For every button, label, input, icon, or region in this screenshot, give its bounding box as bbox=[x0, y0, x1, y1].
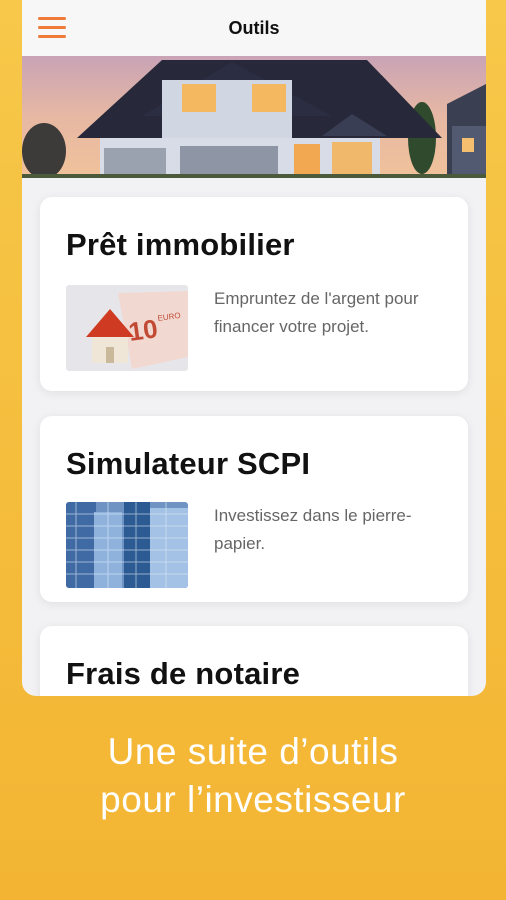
house-hero-image bbox=[22, 56, 486, 178]
app-screen: Outils Prêt immobilier 10 EURO Empruntez… bbox=[22, 0, 486, 696]
office-buildings-image bbox=[66, 502, 188, 588]
tagline-line-1: Une suite d’outils bbox=[107, 731, 399, 772]
card-title: Simulateur SCPI bbox=[66, 446, 311, 481]
house-euro-banknote-image: 10 EURO bbox=[66, 285, 188, 371]
card-title: Frais de notaire bbox=[66, 656, 301, 691]
card-frais-de-notaire[interactable]: Frais de notaire bbox=[40, 626, 468, 696]
promo-tagline: Une suite d’outils pour l’investisseur bbox=[0, 728, 506, 824]
card-description: Investissez dans le pierre-papier. bbox=[214, 506, 412, 553]
card-description: Empruntez de l'argent pour financer votr… bbox=[214, 289, 419, 336]
svg-text:10: 10 bbox=[127, 313, 160, 347]
tools-list: Prêt immobilier 10 EURO Empruntez de l'a… bbox=[22, 178, 486, 696]
card-title: Prêt immobilier bbox=[66, 227, 295, 262]
page-title: Outils bbox=[228, 17, 280, 38]
navigation-bar: Outils bbox=[22, 0, 486, 56]
tagline-line-2: pour l’investisseur bbox=[100, 779, 406, 820]
hamburger-menu-icon[interactable] bbox=[38, 17, 66, 39]
card-simulateur-scpi[interactable]: Simulateur SCPI Investissez dans le pier… bbox=[40, 416, 468, 602]
card-pret-immobilier[interactable]: Prêt immobilier 10 EURO Empruntez de l'a… bbox=[40, 197, 468, 391]
